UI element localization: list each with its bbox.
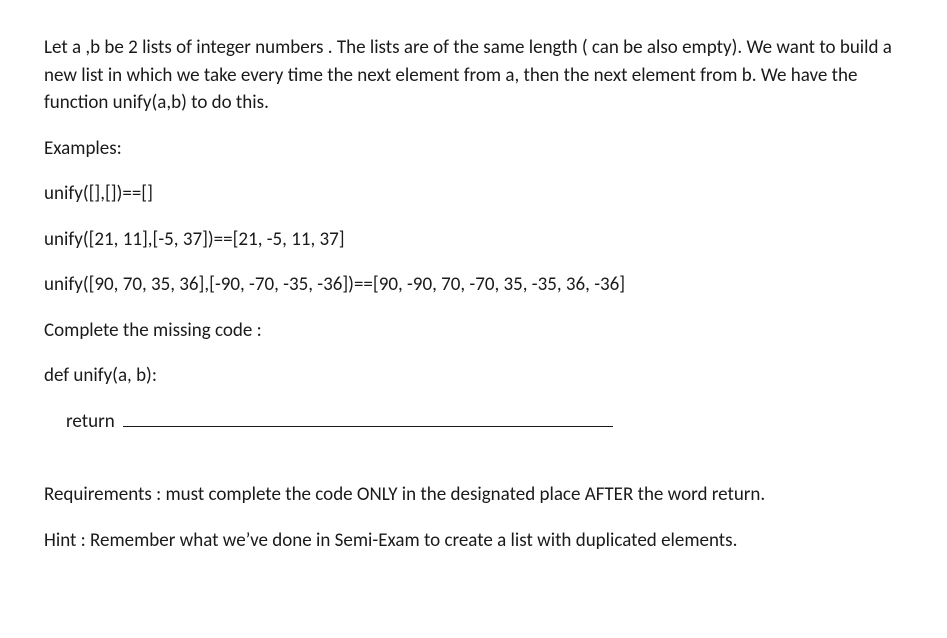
example-2: unify([21, 11],[-5, 37])==[21, -5, 11, 3… <box>44 226 903 254</box>
example-3: unify([90, 70, 35, 36],[-90, -70, -35, -… <box>44 271 903 299</box>
return-keyword: return <box>66 410 115 433</box>
code-return-line: return <box>44 408 903 436</box>
hint-paragraph: Hint : Remember what we’ve done in Semi-… <box>44 527 903 555</box>
requirements-paragraph: Requirements : must complete the code ON… <box>44 481 903 509</box>
examples-heading: Examples: <box>44 135 903 163</box>
example-1: unify([],[])==[] <box>44 180 903 208</box>
intro-paragraph: Let a ,b be 2 lists of integer numbers .… <box>44 34 903 117</box>
fill-in-blank[interactable] <box>123 410 613 427</box>
code-def-line: def unify(a, b): <box>44 362 903 390</box>
complete-prompt: Complete the missing code : <box>44 317 903 345</box>
